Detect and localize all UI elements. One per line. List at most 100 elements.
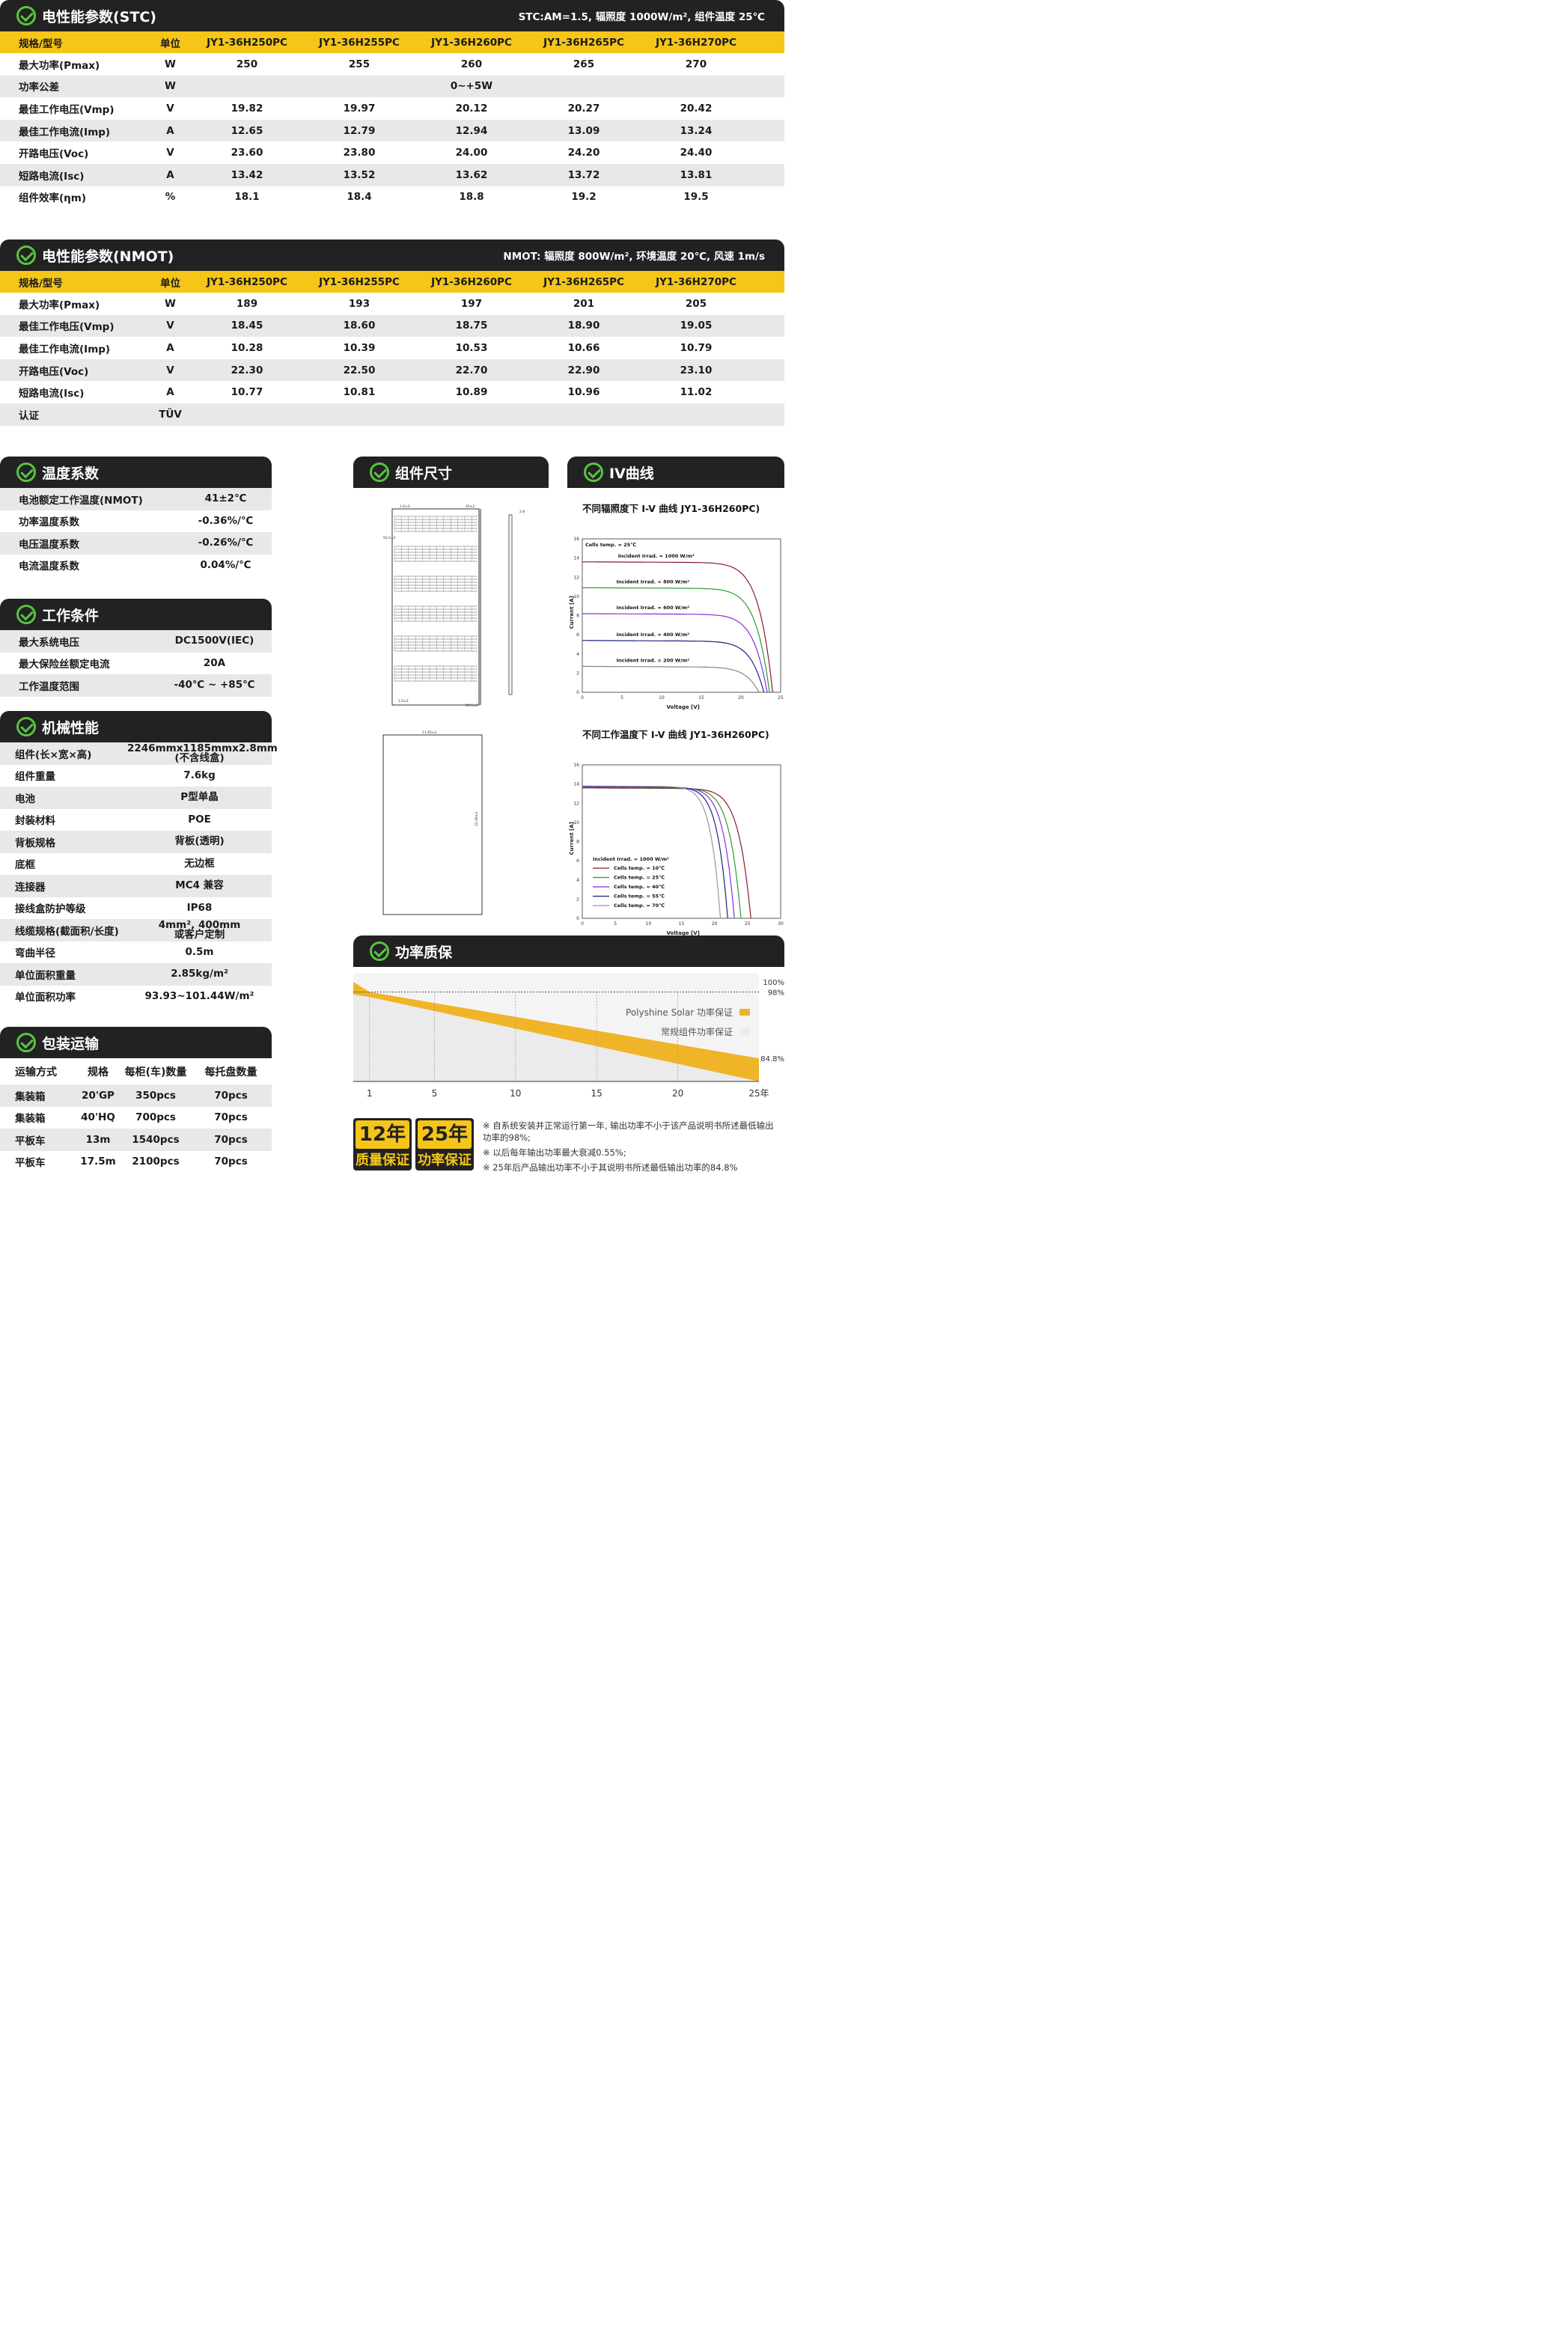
legend-label: Cells temp. = 40℃	[614, 884, 665, 890]
dimension-label: 45±2	[466, 504, 475, 509]
column-header: JY1-36H265PC	[543, 275, 624, 288]
module-front-outline	[391, 508, 480, 706]
table-row: 最大系统电压 DC1500V(IEC)	[0, 630, 272, 653]
iv-curve-title: IV曲线	[609, 465, 654, 482]
table-cell: 背板(透明)	[174, 835, 225, 848]
y-axis-label: Current [A]	[569, 596, 575, 629]
legend-label: Polyshine Solar 功率保证	[626, 1007, 733, 1018]
table-row: 最佳工作电压(Vmp) V 19.82 19.97 20.12 20.27 20.42	[0, 97, 784, 120]
check-circle-icon	[16, 1033, 36, 1052]
y-tick-label: 100%	[763, 979, 784, 987]
legend-label: Cells temp. = 55℃	[614, 894, 665, 900]
table-cell: 12.94	[455, 124, 488, 137]
x-tick-label: 25	[745, 921, 751, 927]
table-cell: 11.02	[680, 386, 713, 399]
table-cell: 255	[348, 58, 370, 70]
series-label: Incident Irrad. = 600 W/m²	[617, 605, 690, 611]
column-header: JY1-36H270PC	[656, 275, 736, 288]
legend-swatch	[739, 1009, 750, 1016]
table-cell: 70pcs	[214, 1156, 248, 1168]
column-header: JY1-36H270PC	[656, 36, 736, 49]
table-cell: V	[166, 320, 174, 332]
table-cell: 开路电压(Voc)	[19, 365, 89, 378]
table-cell: 13.62	[455, 168, 488, 181]
table-cell: 93.93~101.44W/m²	[144, 989, 254, 1002]
table-row: 电流温度系数 0.04%/℃	[0, 555, 272, 577]
table-cell: 工作温度范围	[19, 680, 79, 693]
table-cell: 功率温度系数	[19, 516, 79, 529]
table-row: 背板规格 背板(透明)	[0, 831, 272, 853]
x-tick-label: 10	[510, 1088, 521, 1099]
iv-chart-irradiance: 不同辐照度下 I-V 曲线 JY1-36H260PC) 0 5 10 15 20 25 0 2 4…	[569, 503, 784, 710]
table-cell: MC4 兼容	[175, 879, 224, 892]
x-tick-label: 0	[581, 695, 584, 701]
table-cell: V	[166, 364, 174, 376]
table-cell: POE	[188, 813, 211, 825]
badge-years: 25年	[418, 1120, 472, 1149]
stc-note: STC:AM=1.5, 辐照度 1000W/m², 组件温度 25℃	[518, 11, 765, 23]
y-tick-label: 12	[573, 575, 579, 580]
table-row: 接线盒防护等级 IP68	[0, 897, 272, 920]
table-row: 开路电压(Voc) V 23.60 23.80 24.00 24.20 24.40	[0, 141, 784, 164]
dimension-label: 93.5±2	[383, 536, 396, 540]
table-cell: W	[165, 80, 176, 93]
table-cell: 270	[685, 58, 707, 70]
y-tick-label: 8	[576, 840, 579, 845]
table-cell: 0.5m	[185, 945, 214, 958]
table-cell: 0~+5W	[450, 80, 493, 93]
table-row: 电压温度系数 -0.26%/℃	[0, 532, 272, 555]
table-cell: 19.5	[683, 191, 709, 204]
x-tick-label: 10	[659, 695, 665, 701]
table-cell: A	[166, 341, 174, 354]
column-header: 每柜(车)数量	[124, 1066, 187, 1078]
table-cell: 线缆规格(截面积/长度)	[15, 925, 119, 938]
x-tick-label: 5	[620, 695, 623, 701]
table-cell: 23.10	[680, 364, 713, 376]
table-cell: 单位面积功率	[15, 992, 76, 1004]
table-cell: 19.2	[571, 191, 597, 204]
warranty-chart: 1 5 10 15 20 25年100%98%84.8%Polyshine Solar 功…	[353, 973, 784, 1099]
table-row: 平板车 17.5m 2100pcs 70pcs	[0, 1151, 272, 1173]
table-row: 工作温度范围 -40℃ ~ +85℃	[0, 674, 272, 697]
iv-curve-header: IV曲线	[567, 457, 784, 488]
pack-header: 包装运输	[0, 1027, 272, 1058]
series-label: Incident Irrad. = 400 W/m²	[617, 632, 690, 638]
table-cell: 最佳工作电流(Imp)	[19, 126, 111, 138]
table-cell: 19.82	[231, 102, 263, 115]
table-cell: 12.65	[231, 124, 263, 137]
x-tick-label: 15	[591, 1088, 603, 1099]
table-cell: 70pcs	[214, 1133, 248, 1146]
column-header: 单位	[160, 37, 180, 50]
table-cell: 10.39	[343, 341, 376, 354]
x-tick-label: 15	[698, 695, 704, 701]
table-cell: V	[166, 147, 174, 159]
warranty-badge: 25年 功率保证	[415, 1118, 474, 1170]
work-title: 工作条件	[42, 607, 100, 624]
table-cell: 底框	[15, 859, 35, 872]
table-cell: 205	[685, 297, 707, 310]
table-cell: IP68	[186, 901, 213, 914]
table-cell: 23.80	[343, 147, 376, 159]
table-cell: 10.96	[567, 386, 600, 399]
check-circle-icon	[16, 6, 36, 25]
table-row: 底框 无边框	[0, 853, 272, 876]
table-cell: 开路电压(Voc)	[19, 148, 89, 161]
column-header: 规格/型号	[19, 37, 63, 50]
table-cell: 单位面积重量	[15, 969, 76, 982]
table-cell: 350pcs	[135, 1089, 176, 1102]
table-cell: 最大保险丝额定电流	[19, 659, 110, 671]
y-tick-label: 4	[576, 652, 579, 657]
table-cell: 201	[573, 297, 595, 310]
column-header: JY1-36H260PC	[431, 275, 512, 288]
table-row: 单位面积重量 2.85kg/m²	[0, 963, 272, 986]
table-cell: 10.79	[680, 341, 713, 354]
mech-title: 机械性能	[42, 719, 100, 736]
table-row: 最大保险丝额定电流 20A	[0, 653, 272, 675]
check-circle-icon	[370, 941, 389, 961]
table-cell: 260	[460, 58, 483, 70]
table-cell: 短路电流(Isc)	[19, 170, 85, 183]
x-tick-label: 25年	[748, 1088, 769, 1099]
column-header: JY1-36H255PC	[319, 275, 400, 288]
warranty-badge: 12年 质量保证	[353, 1118, 412, 1170]
y-tick-label: 2	[576, 897, 579, 902]
